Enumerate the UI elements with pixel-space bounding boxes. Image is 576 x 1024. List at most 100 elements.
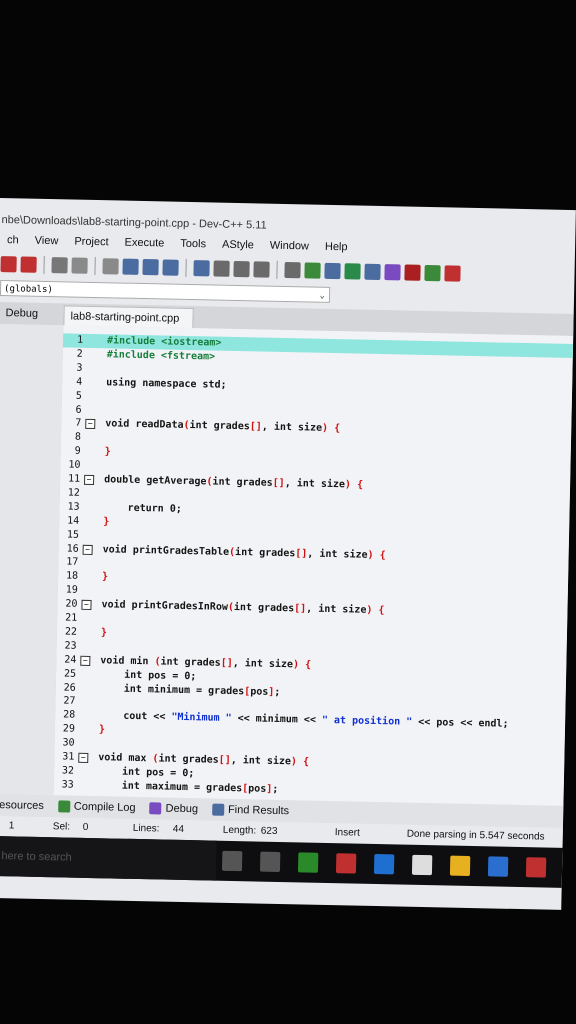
goto-line-icon[interactable] xyxy=(193,260,210,277)
line-number: 5 xyxy=(75,390,82,402)
line-number: 4 xyxy=(76,376,83,388)
line-number: 26 xyxy=(63,681,76,694)
line-number: 31 xyxy=(62,751,75,763)
window-icon[interactable] xyxy=(324,262,341,280)
store-icon[interactable] xyxy=(525,857,547,878)
line-number: 9 xyxy=(74,445,81,457)
line-number: 24 xyxy=(64,654,77,666)
profile-icon[interactable] xyxy=(444,265,461,282)
line-number: 1 xyxy=(76,334,84,346)
scope-value: (globals) xyxy=(3,284,53,296)
undo-icon[interactable] xyxy=(71,257,88,274)
line-number: 23 xyxy=(64,640,77,652)
compile-run-icon[interactable] xyxy=(253,261,270,278)
tab-file[interactable]: lab8-starting-point.cpp xyxy=(63,305,194,329)
line-number: 10 xyxy=(68,459,81,471)
fold-toggle-icon[interactable]: − xyxy=(80,655,91,666)
print-icon[interactable] xyxy=(51,257,68,274)
line-number: 28 xyxy=(63,709,76,721)
check-icon xyxy=(149,802,162,815)
save-icon[interactable] xyxy=(0,256,17,273)
chevron-down-icon: ⌄ xyxy=(319,290,326,301)
line-number: 12 xyxy=(67,487,80,499)
toolbar-separator xyxy=(94,256,96,276)
line-number: 8 xyxy=(74,431,82,444)
menu-item-project[interactable]: Project xyxy=(66,231,117,252)
menu-item-view[interactable]: View xyxy=(27,231,67,252)
line-number: 18 xyxy=(65,570,79,583)
replace-icon[interactable] xyxy=(142,259,159,276)
taskbar-search-input[interactable]: e here to search xyxy=(0,835,217,881)
word-icon[interactable] xyxy=(297,852,319,873)
run-icon[interactable] xyxy=(233,260,250,278)
chart-icon[interactable] xyxy=(424,264,441,282)
status-line-value: 1 xyxy=(8,820,15,832)
file-explorer-icon[interactable] xyxy=(449,855,471,876)
devcpp-window: nbe\Downloads\lab8-starting-point.cpp - … xyxy=(0,198,576,910)
bottom-tab-label: Compile Log xyxy=(73,800,136,814)
status-sel-value: 0 xyxy=(82,821,89,833)
menu-item-execute[interactable]: Execute xyxy=(116,232,172,253)
line-number: 14 xyxy=(67,515,80,527)
fold-toggle-icon[interactable]: − xyxy=(82,544,93,555)
delete-icon[interactable] xyxy=(404,264,421,281)
status-lines-label: Lines: xyxy=(132,822,160,835)
bottom-tab-find-results[interactable]: Find Results xyxy=(208,803,289,817)
toolbar-separator xyxy=(276,260,278,279)
save-all-icon[interactable] xyxy=(20,256,37,273)
status-mode: Insert xyxy=(334,827,360,839)
bottom-tab-label: Find Results xyxy=(227,803,290,818)
rebuild-icon[interactable] xyxy=(284,261,301,279)
menu-item-search[interactable]: ch xyxy=(0,230,27,251)
tab-debug[interactable]: Debug xyxy=(0,304,66,323)
bottom-tab-resources[interactable]: Resources xyxy=(0,799,44,812)
chart-icon xyxy=(57,800,70,813)
devcpp-icon[interactable] xyxy=(335,853,357,874)
find-next-icon[interactable] xyxy=(162,259,179,276)
code-text: } xyxy=(104,446,111,458)
line-number: 22 xyxy=(64,626,78,638)
line-number: 15 xyxy=(66,529,80,541)
fold-toggle-icon[interactable]: − xyxy=(81,599,92,611)
line-number: 21 xyxy=(65,612,78,624)
bottom-tab-label: Debug xyxy=(165,802,199,816)
project-options-icon[interactable] xyxy=(344,263,361,280)
menu-item-window[interactable]: Window xyxy=(262,235,318,256)
code-text: } xyxy=(100,627,108,639)
line-number: 16 xyxy=(66,542,79,555)
fold-toggle-icon[interactable]: − xyxy=(84,474,95,486)
task-view-icon[interactable] xyxy=(259,851,281,873)
bottom-tab-compile-log[interactable]: Compile Log xyxy=(54,800,136,814)
line-number: 32 xyxy=(61,765,75,777)
grid-icon[interactable] xyxy=(364,263,381,280)
menu-item-astyle[interactable]: AStyle xyxy=(214,234,262,255)
code-text: } xyxy=(98,724,106,736)
redo-icon[interactable] xyxy=(102,258,119,275)
scope-dropdown[interactable]: (globals) ⌄ xyxy=(0,280,331,303)
status-message: Done parsing in 5.547 seconds xyxy=(406,828,545,843)
bottom-tab-debug[interactable]: Debug xyxy=(145,802,198,815)
fold-toggle-icon[interactable]: − xyxy=(85,419,96,430)
line-number: 13 xyxy=(67,501,80,513)
check-icon[interactable] xyxy=(384,264,401,281)
menu-item-tools[interactable]: Tools xyxy=(172,234,214,255)
line-number: 3 xyxy=(76,362,83,374)
microphone-icon[interactable] xyxy=(221,850,243,872)
menu-item-help[interactable]: Help xyxy=(317,237,356,258)
toolbar-separator xyxy=(43,255,45,274)
bottom-tab-label: Resources xyxy=(0,798,44,813)
code-editor[interactable]: 1 #include <iostream> 2 #include <fstream> 3… xyxy=(53,325,574,806)
line-number: 20 xyxy=(65,598,78,610)
status-length-value: 623 xyxy=(260,825,278,837)
amazon-icon[interactable] xyxy=(411,854,433,876)
new-class-icon[interactable] xyxy=(304,262,321,279)
line-number: 30 xyxy=(62,737,75,749)
fold-toggle-icon[interactable]: − xyxy=(78,752,89,763)
edge-icon[interactable] xyxy=(373,853,395,875)
dropbox-icon[interactable] xyxy=(487,856,509,877)
compile-icon[interactable] xyxy=(213,260,230,277)
line-number: 25 xyxy=(63,668,77,680)
line-number: 19 xyxy=(65,584,78,596)
find-icon[interactable] xyxy=(122,258,139,275)
line-number: 27 xyxy=(63,695,76,708)
